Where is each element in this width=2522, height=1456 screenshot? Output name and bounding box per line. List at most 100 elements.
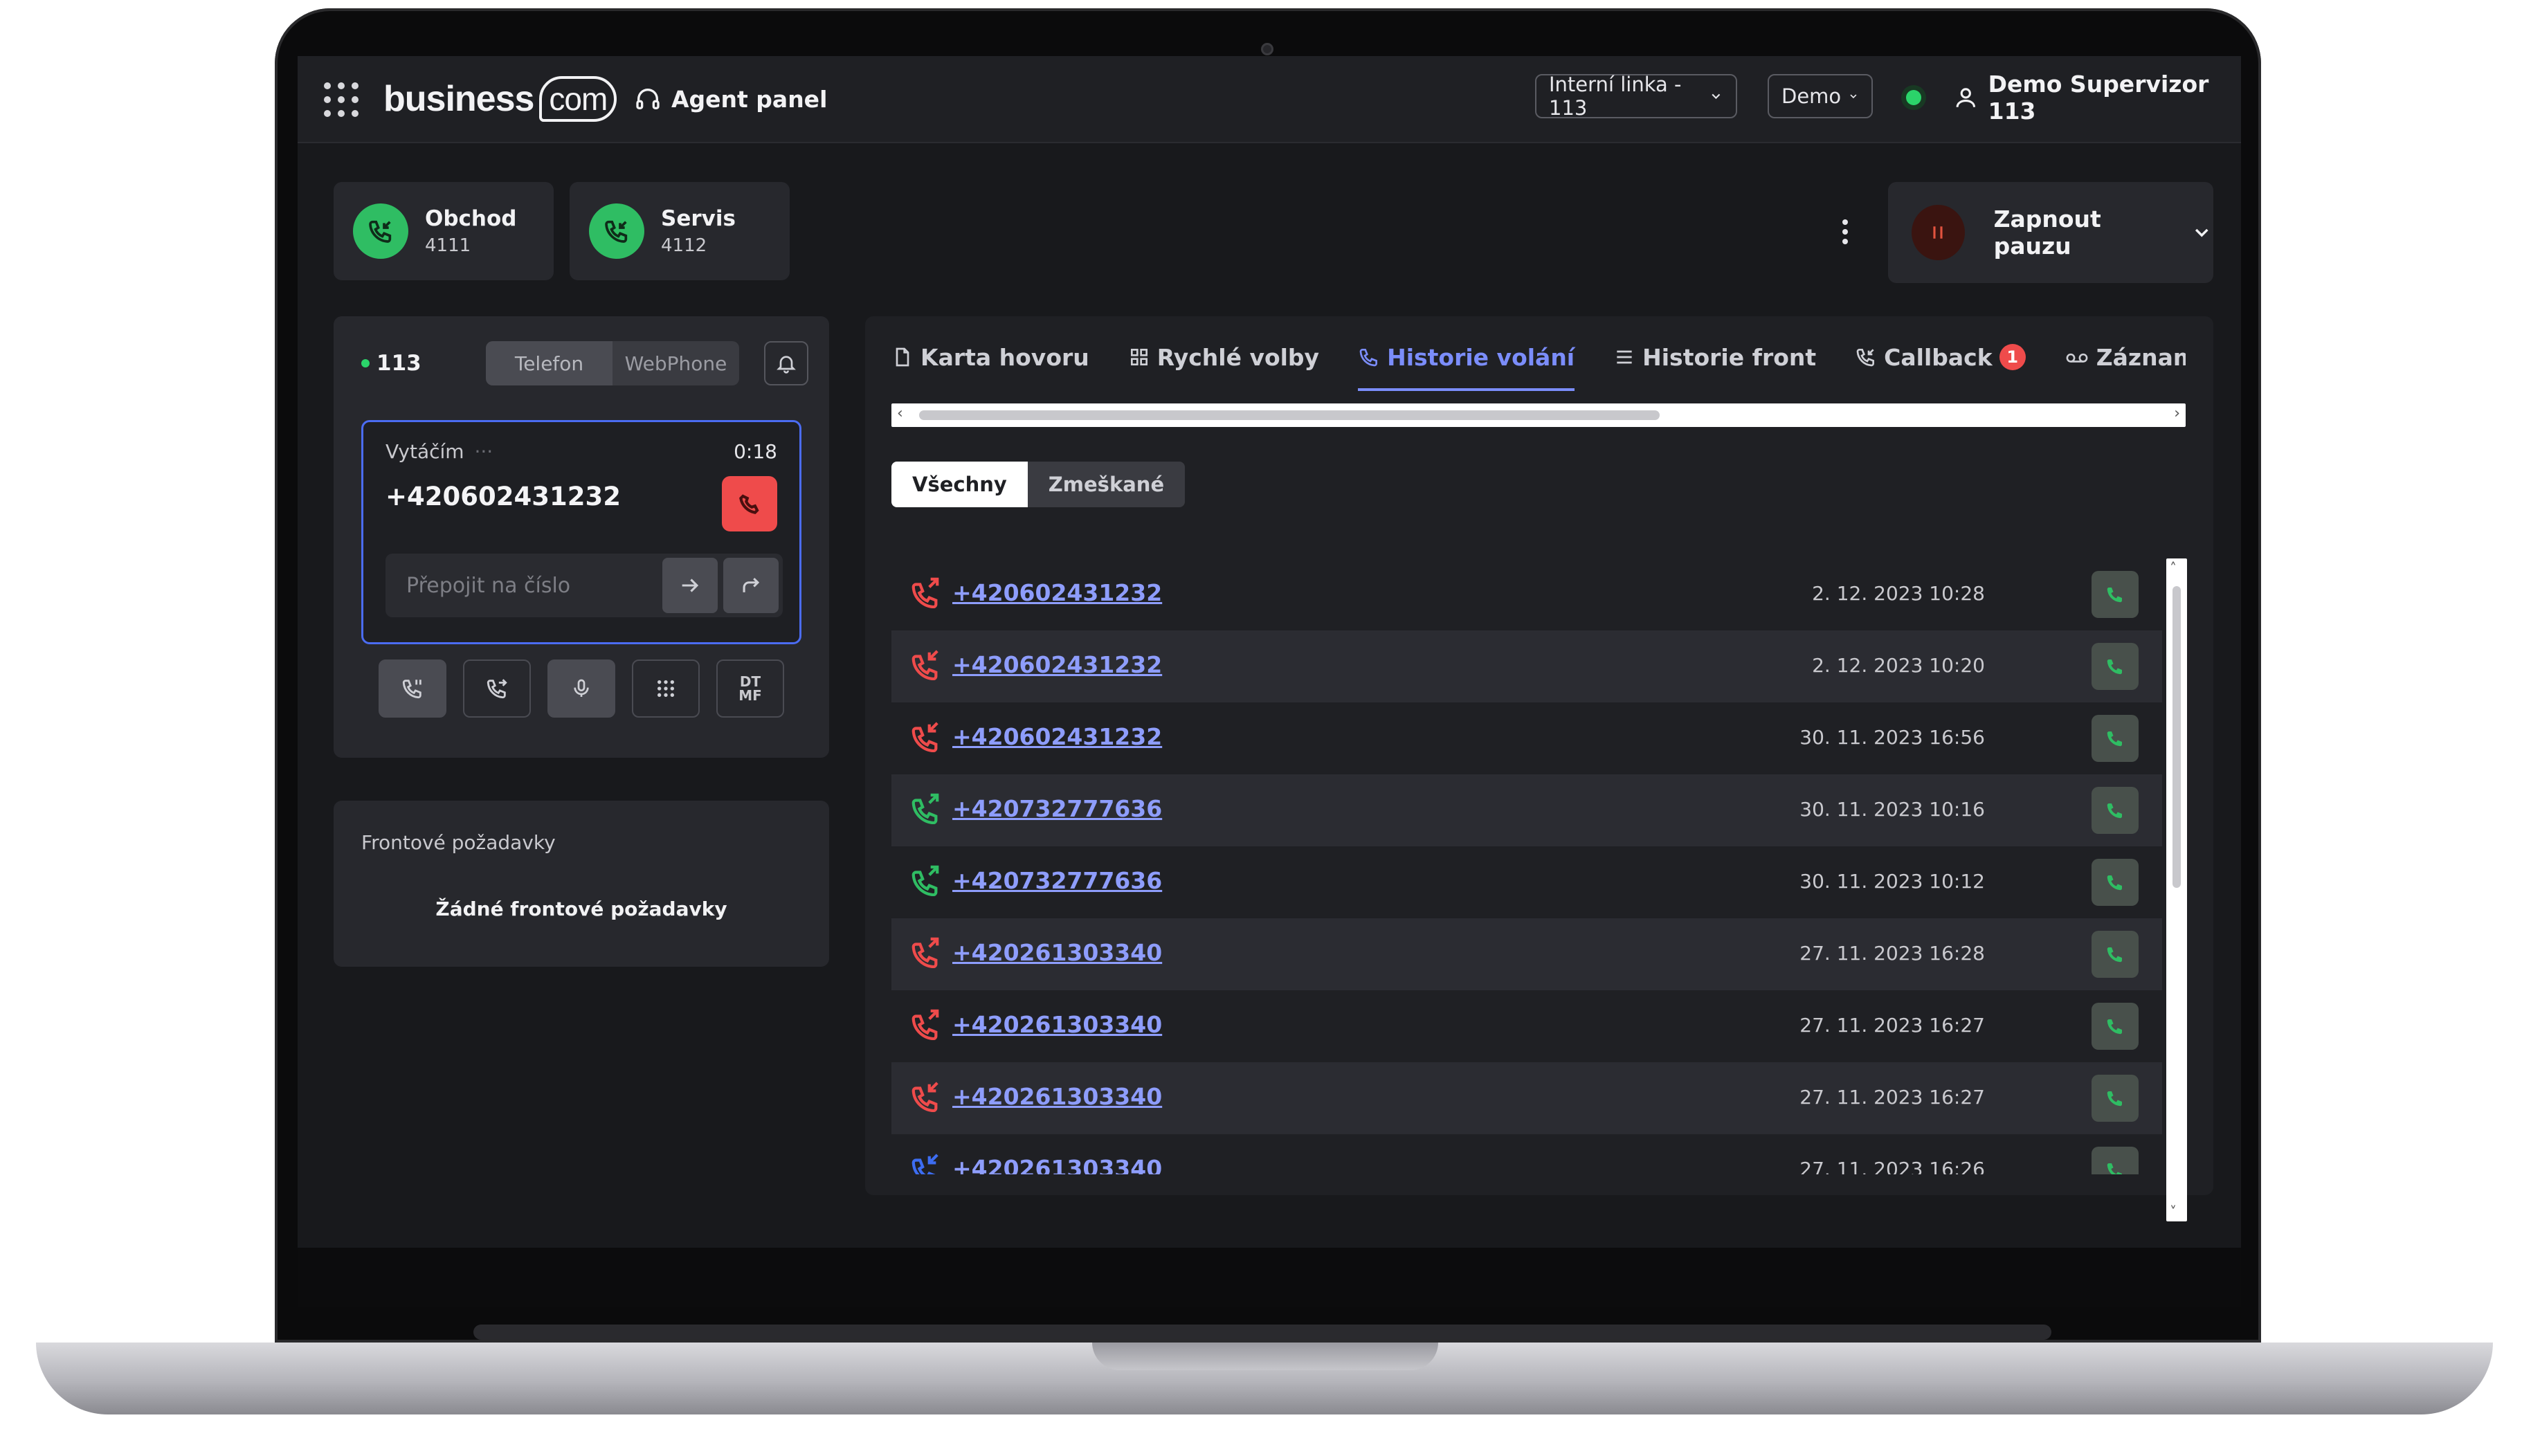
scroll-right-icon[interactable]: › xyxy=(2174,405,2180,422)
outgoing-call-icon xyxy=(911,937,939,968)
call-back-button[interactable] xyxy=(2092,643,2139,690)
dtmf-label-top: DT xyxy=(739,673,761,690)
callback-icon xyxy=(1856,349,1875,367)
call-back-button[interactable] xyxy=(2092,1075,2139,1122)
call-number-link[interactable]: +420261303340 xyxy=(952,1083,1162,1110)
tab-telefon[interactable]: Telefon xyxy=(486,341,613,385)
call-number-link[interactable]: +420602431232 xyxy=(952,723,1162,750)
filter-all[interactable]: Všechny xyxy=(891,462,1028,507)
logo-suffix: com xyxy=(539,76,617,122)
table-row: +420602431232 30. 11. 2023 16:56 xyxy=(891,702,2162,774)
call-state: Vytáčím ··· xyxy=(385,440,493,463)
camera-icon xyxy=(1261,43,1273,55)
dtmf-label: DT MF xyxy=(738,675,762,702)
active-call-card: Vytáčím ··· 0:18 +420602431232 xyxy=(361,420,801,644)
queue-requests-empty: Žádné frontové požadavky xyxy=(435,898,727,920)
notifications-button[interactable] xyxy=(764,341,808,385)
scrollbar-thumb[interactable] xyxy=(919,410,1660,420)
hold-button[interactable] xyxy=(379,659,446,718)
scroll-up-icon[interactable]: ˄ xyxy=(2170,560,2177,576)
call-number: +420602431232 xyxy=(385,482,621,511)
tab-zaznamnik[interactable]: Záznamník xyxy=(2065,316,2186,398)
call-transfer-button[interactable] xyxy=(463,659,531,718)
call-number-link[interactable]: +420261303340 xyxy=(952,1155,1162,1174)
tab-rychle-volby[interactable]: Rychlé volby xyxy=(1128,316,1319,398)
call-number-link[interactable]: +420602431232 xyxy=(952,579,1162,606)
call-number-link[interactable]: +420261303340 xyxy=(952,939,1162,966)
queue-number: 4112 xyxy=(661,235,707,256)
tab-historie-front[interactable]: Historie front xyxy=(1613,316,1816,398)
bell-icon xyxy=(777,356,796,374)
call-back-button[interactable] xyxy=(2092,715,2139,762)
headset-icon xyxy=(636,89,660,109)
call-date: 30. 11. 2023 16:56 xyxy=(1799,726,1985,749)
apps-grid-icon[interactable] xyxy=(323,81,360,118)
table-row: +420732777636 30. 11. 2023 10:12 xyxy=(891,846,2162,918)
call-number-link[interactable]: +420602431232 xyxy=(952,651,1162,678)
queue-card-obchod[interactable]: Obchod 4111 xyxy=(334,182,554,280)
callback-count-badge: 1 xyxy=(1999,344,2026,370)
table-row: +420261303340 27. 11. 2023 16:27 xyxy=(891,1062,2162,1134)
scrollbar-thumb[interactable] xyxy=(2172,586,2181,888)
line-select[interactable]: Interní linka - 113 xyxy=(1535,73,1737,120)
transfer-submit-button[interactable] xyxy=(662,558,718,613)
dtmf-button[interactable]: DT MF xyxy=(716,659,784,718)
agent-panel-link[interactable]: Agent panel xyxy=(634,78,827,120)
tab-webphone[interactable]: WebPhone xyxy=(613,341,739,385)
scroll-down-icon[interactable]: ˅ xyxy=(2170,1203,2177,1220)
phone-icon xyxy=(2107,588,2122,603)
incoming-call-icon xyxy=(353,203,408,259)
call-back-button[interactable] xyxy=(2092,931,2139,978)
call-date: 27. 11. 2023 16:27 xyxy=(1799,1014,1985,1037)
transfer-field xyxy=(385,554,783,617)
call-back-button[interactable] xyxy=(2092,787,2139,834)
filter-missed[interactable]: Zmeškané xyxy=(1028,462,1185,507)
grid-icon xyxy=(1130,349,1147,365)
table-row: +420602431232 2. 12. 2023 10:28 xyxy=(891,558,2162,630)
history-vertical-scrollbar[interactable]: ˄ ˅ xyxy=(2166,558,2187,1221)
call-back-button[interactable] xyxy=(2092,859,2139,906)
call-number-link[interactable]: +420732777636 xyxy=(952,867,1162,894)
more-options-icon[interactable] xyxy=(1831,211,1859,253)
tab-karta-hovoru[interactable]: Karta hovoru xyxy=(891,316,1089,398)
scroll-left-icon[interactable]: ‹ xyxy=(897,405,903,422)
tab-callback[interactable]: Callback 1 xyxy=(1855,316,2026,398)
call-number-link[interactable]: +420261303340 xyxy=(952,1011,1162,1038)
call-back-button[interactable] xyxy=(2092,1147,2139,1174)
tab-label: Záznamník xyxy=(2096,343,2186,371)
profile-select-value: Demo xyxy=(1781,84,1842,108)
forward-icon xyxy=(743,577,760,592)
table-row: +420732777636 30. 11. 2023 10:16 xyxy=(891,774,2162,846)
user-icon xyxy=(1956,88,1976,107)
tab-label: Rychlé volby xyxy=(1156,343,1320,371)
microphone-icon xyxy=(574,679,589,697)
call-number-link[interactable]: +420732777636 xyxy=(952,795,1162,822)
business-com-logo[interactable]: business com xyxy=(383,71,617,127)
tab-historie-volani[interactable]: Historie volání xyxy=(1358,316,1575,398)
voicemail-icon xyxy=(2066,353,2088,363)
line-select-value: Interní linka - 113 xyxy=(1549,73,1682,120)
forward-call-button[interactable] xyxy=(723,558,779,613)
laptop-mockup: business com Agent panel Interní linka -… xyxy=(0,0,2522,1456)
call-back-button[interactable] xyxy=(2092,1003,2139,1050)
hangup-icon xyxy=(739,494,759,514)
laptop-bezel xyxy=(298,1248,2241,1307)
mute-button[interactable] xyxy=(547,659,615,718)
call-date: 27. 11. 2023 16:27 xyxy=(1799,1086,1985,1109)
call-back-button[interactable] xyxy=(2092,571,2139,618)
transfer-input[interactable] xyxy=(385,554,655,617)
profile-select[interactable]: Demo xyxy=(1768,74,1873,118)
hangup-button[interactable] xyxy=(722,476,777,531)
keypad-button[interactable] xyxy=(632,659,700,718)
pause-toggle-button[interactable]: Zapnout pauzu xyxy=(1888,182,2213,283)
tab-label: Karta hovoru xyxy=(920,343,1089,371)
queue-card-servis[interactable]: Servis 4112 xyxy=(570,182,790,280)
tabs-horizontal-scrollbar[interactable]: ‹ › xyxy=(891,403,2186,427)
user-name: Demo Supervizor 113 xyxy=(1988,71,2209,125)
call-duration: 0:18 xyxy=(734,440,777,463)
incoming-call-icon xyxy=(911,1082,938,1112)
user-menu[interactable]: Demo Supervizor 113 xyxy=(1953,71,2241,125)
tab-label: Callback xyxy=(1884,343,1993,371)
extension-online-dot xyxy=(361,359,370,367)
outgoing-call-icon xyxy=(911,793,939,824)
